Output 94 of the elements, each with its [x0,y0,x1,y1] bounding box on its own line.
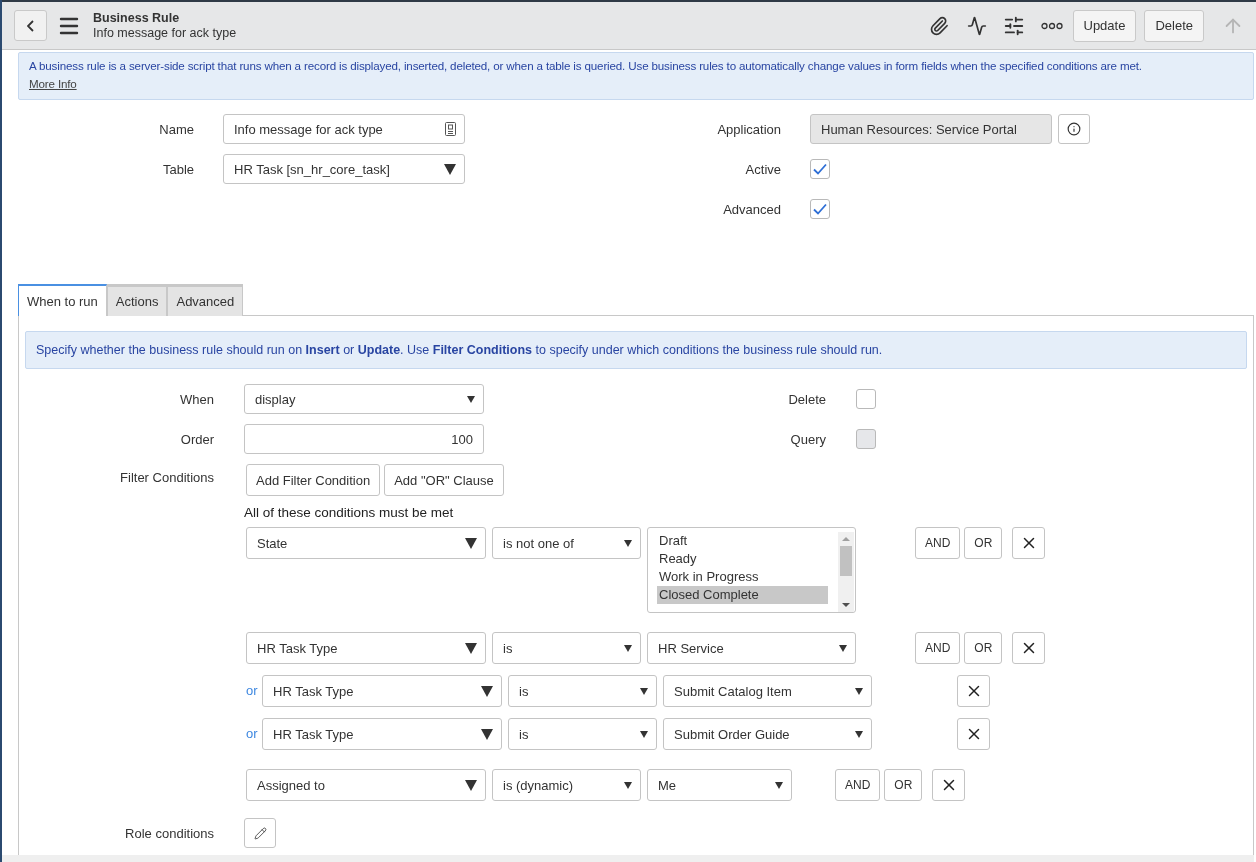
form-type-title: Business Rule [93,10,181,26]
caret-icon [775,781,783,789]
list-option[interactable]: Work in Progress [657,568,828,586]
document-icon [445,122,456,136]
info-button[interactable] [1058,114,1090,144]
and-button[interactable]: AND [915,632,961,664]
or-button[interactable]: OR [964,527,1003,559]
or-label: or [246,725,256,743]
record-title: Info message for ack type [93,25,237,41]
and-button[interactable]: AND [835,769,881,801]
value-select[interactable]: Submit Order Guide [663,718,872,750]
check-icon [813,163,827,175]
update-button[interactable]: Update [1072,9,1137,42]
value-select[interactable]: Me [647,769,792,801]
info-icon [1067,122,1081,136]
caret-icon [465,779,477,791]
field-label: Application [717,121,781,137]
caret-icon [640,687,648,695]
form-tab[interactable]: Actions [106,284,168,316]
more-icon[interactable] [1040,21,1063,30]
caret-icon [481,685,493,697]
table-select[interactable]: HR Task [sn_hr_core_task] [223,154,465,184]
caret-icon [624,644,632,652]
caret-icon [465,537,477,549]
field-select[interactable]: HR Task Type [262,675,502,707]
list-option[interactable]: Ready [657,550,828,568]
value-select[interactable]: HR Service [647,632,856,664]
pencil-icon [253,826,267,840]
close-button[interactable] [957,675,990,707]
field-select[interactable]: HR Task Type [262,718,502,750]
close-button[interactable] [1012,527,1046,559]
caret-icon [624,781,632,789]
field-label: Advanced [723,201,781,217]
operator-select[interactable]: is [508,675,657,707]
field-select[interactable]: State [246,527,486,559]
paperclip-icon[interactable] [928,15,949,36]
field-label: Name [159,121,194,137]
operator-select[interactable]: is [508,718,657,750]
info-text: Specify whether the business rule should run on Insert or Update. Use Filter Conditions to specify under which conditions the business rule should run. [25,331,1247,369]
scrollbar[interactable] [838,532,854,612]
field-label: Role conditions [125,825,214,841]
checkbox[interactable] [810,199,830,219]
when-select[interactable]: display [244,384,484,414]
back-button[interactable] [14,10,47,41]
edit-button[interactable] [244,818,276,848]
close-button[interactable] [957,718,990,750]
list-option[interactable]: Draft [657,532,828,550]
or-button[interactable]: OR [884,769,923,801]
or-label: or [246,682,256,700]
value-listbox[interactable]: Draft Ready Work in Progress Closed Complete [647,527,856,613]
field-select[interactable]: Assigned to [246,769,486,801]
field-label: When [180,391,214,407]
caret-icon [481,728,493,740]
add-condition-button[interactable]: Add Filter Condition [246,464,381,496]
application-field: Human Resources: Service Portal [810,114,1052,144]
and-button[interactable]: AND [915,527,961,559]
form-tab[interactable]: Advanced [167,284,244,316]
field-label: Query [790,431,826,447]
field-label: Order [180,431,214,447]
field-label: Delete [788,391,826,407]
checkbox[interactable] [856,389,876,409]
field-label: Table [162,161,194,177]
caret-icon [855,730,863,738]
order-field[interactable]: 100 [244,424,484,454]
close-button[interactable] [1012,632,1046,664]
caret-icon [465,642,477,654]
check-icon [813,203,827,215]
operator-select[interactable]: is (dynamic) [492,769,641,801]
more-info-link[interactable]: More Info [29,75,77,93]
chevron-left-icon [27,19,34,32]
list-option[interactable]: Closed Complete [657,586,828,604]
field-label: Filter Conditions [120,470,214,485]
close-button[interactable] [932,769,966,801]
info-text: A business rule is a server-side script that runs when a record is displayed, inserted, deleted, or when a table is queried. Use business rules to automatically change values in form fields when the specified conditions are met. [29,58,1142,74]
conditions-note: All of these conditions must be met [244,505,455,520]
or-button[interactable]: OR [964,632,1003,664]
caret-icon [467,395,475,403]
operator-select[interactable]: is not one of [492,527,641,559]
caret-icon [444,163,456,175]
value-select[interactable]: Submit Catalog Item [663,675,872,707]
operator-select[interactable]: is [492,632,641,664]
form-tab[interactable]: When to run [18,284,107,316]
add-or-button[interactable]: Add "OR" Clause [384,464,504,496]
activity-icon[interactable] [966,15,987,36]
name-field[interactable]: Info message for ack type [223,114,465,144]
field-select[interactable]: HR Task Type [246,632,486,664]
delete-button[interactable]: Delete [1144,9,1204,42]
caret-icon [855,687,863,695]
field-label: Active [745,161,781,177]
settings-icon[interactable] [1002,14,1025,37]
checkbox[interactable] [810,159,830,179]
caret-icon [624,539,632,547]
caret-icon [839,644,847,652]
caret-icon [640,730,648,738]
